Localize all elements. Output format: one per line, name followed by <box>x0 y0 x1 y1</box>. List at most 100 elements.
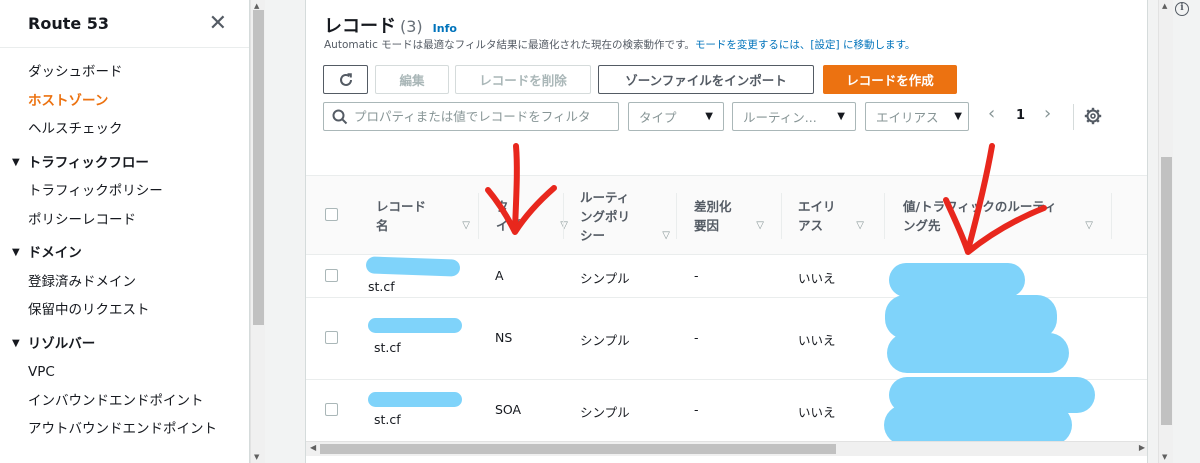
sidebar-section-domains[interactable]: ▼ ドメイン <box>0 239 249 268</box>
record-routing: シンプル <box>580 333 630 348</box>
type-filter-label: タイプ <box>639 110 677 125</box>
record-diff: - <box>694 402 699 417</box>
caret-down-icon: ▼ <box>12 156 20 168</box>
caret-down-icon: ▼ <box>837 111 845 122</box>
record-name[interactable]: st.cf <box>374 412 401 427</box>
header-text: アス <box>798 218 824 233</box>
routing-filter-label: ルーティン... <box>743 110 817 125</box>
close-icon[interactable]: ✕ <box>209 12 227 35</box>
description-text: Automatic モードは最適なフィルタ結果に最適化された現在の検索動作です。 <box>324 39 695 51</box>
caret-down-icon: ▼ <box>12 247 20 258</box>
redaction-mark <box>884 405 1072 445</box>
sidebar-item-pending-requests[interactable]: 保留中のリクエスト <box>0 296 249 325</box>
scroll-down-icon[interactable]: ▼ <box>254 453 259 461</box>
prev-page-icon[interactable]: ‹ <box>988 103 995 124</box>
record-alias: いいえ <box>798 405 836 420</box>
create-record-button[interactable]: レコードを作成 <box>823 65 957 94</box>
col-record-name[interactable]: レコード名 ▽ <box>376 176 480 256</box>
search-icon <box>332 109 348 124</box>
sidebar-section-label: リゾルバー <box>27 335 96 352</box>
sidebar-item-dashboard[interactable]: ダッシュボード <box>0 58 249 87</box>
col-alias[interactable]: エイリ アス ▽ <box>798 176 874 256</box>
row-checkbox[interactable] <box>325 331 338 344</box>
next-page-icon[interactable]: › <box>1044 103 1051 124</box>
row-checkbox[interactable] <box>325 269 338 282</box>
row-checkbox[interactable] <box>325 403 338 416</box>
sidebar-item-policy-records[interactable]: ポリシーレコード <box>0 206 249 235</box>
scroll-down-icon[interactable]: ▼ <box>1162 453 1167 461</box>
annotation-arrow <box>485 143 557 235</box>
redaction-mark <box>889 263 1025 297</box>
sidebar-item-inbound-endpoints[interactable]: インバウンドエンドポイント <box>0 387 249 416</box>
sidebar-item-traffic-policies[interactable]: トラフィックポリシー <box>0 177 249 206</box>
sidebar-item-hosted-zones[interactable]: ホストゾーン <box>0 87 249 116</box>
select-all-checkbox[interactable] <box>325 208 338 221</box>
info-icon[interactable]: i <box>1175 2 1189 16</box>
annotation-arrow <box>943 143 1047 255</box>
redaction-mark <box>368 392 462 407</box>
sidebar-scrollbar[interactable]: ▲ ▼ <box>250 0 265 463</box>
sidebar-item-registered-domains[interactable]: 登録済みドメイン <box>0 268 249 297</box>
alias-filter[interactable]: エイリアス ▼ <box>865 102 969 131</box>
record-count: (3) <box>400 17 423 36</box>
scrollbar-thumb[interactable] <box>253 10 264 325</box>
alias-filter-label: エイリアス <box>876 110 939 125</box>
redaction-mark <box>368 318 462 333</box>
scrollbar-thumb[interactable] <box>320 444 836 454</box>
sort-icon[interactable]: ▽ <box>1085 216 1093 235</box>
sidebar: Route 53 ✕ ダッシュボード ホストゾーン ヘルスチェック ▼ トラフィ… <box>0 0 250 463</box>
sidebar-section-traffic-flow[interactable]: ▼ トラフィックフロー <box>0 149 249 178</box>
scroll-right-icon[interactable]: ▶ <box>1139 443 1145 452</box>
sort-icon[interactable]: ▽ <box>856 216 864 235</box>
scroll-up-icon[interactable]: ▲ <box>254 2 259 10</box>
panel-description: Automatic モードは最適なフィルタ結果に最適化された現在の検索動作です。… <box>324 37 915 52</box>
sidebar-item-vpc[interactable]: VPC <box>0 358 249 387</box>
caret-down-icon: ▼ <box>705 111 713 122</box>
header-text: 名 <box>376 218 389 233</box>
redaction-mark <box>887 333 1069 373</box>
gear-icon[interactable] <box>1084 107 1102 125</box>
settings-link[interactable]: モードを変更するには、[設定] に移動します。 <box>695 39 915 51</box>
record-type: NS <box>495 330 513 345</box>
page-scrollbar[interactable]: ▲ ▼ <box>1158 0 1173 463</box>
redaction-mark <box>365 256 461 277</box>
caret-down-icon: ▼ <box>12 337 20 349</box>
delete-record-button[interactable]: レコードを削除 <box>455 65 591 94</box>
header-text: レコード <box>376 199 427 214</box>
col-routing-policy[interactable]: ルーティ ングポリ シー ▽ <box>580 176 680 256</box>
column-divider <box>884 193 885 239</box>
record-name[interactable]: st.cf <box>368 279 395 294</box>
sidebar-section-resolver[interactable]: ▼ リゾルバー <box>0 330 249 359</box>
record-routing: シンプル <box>580 405 630 420</box>
header-text: ングポリ <box>580 208 631 224</box>
sort-icon[interactable]: ▽ <box>756 216 764 235</box>
record-alias: いいえ <box>798 271 836 286</box>
current-page[interactable]: 1 <box>1016 108 1025 123</box>
routing-filter[interactable]: ルーティン... ▼ <box>732 102 856 131</box>
sidebar-title: Route 53 <box>28 14 110 33</box>
sidebar-nav: ダッシュボード ホストゾーン ヘルスチェック ▼ トラフィックフロー トラフィッ… <box>0 48 249 444</box>
sort-icon[interactable]: ▽ <box>462 216 470 235</box>
sidebar-item-outbound-endpoints[interactable]: アウトバウンドエンドポイント <box>0 415 249 444</box>
search-box[interactable] <box>323 102 619 131</box>
record-type: SOA <box>495 402 522 417</box>
sidebar-item-health-checks[interactable]: ヘルスチェック <box>0 115 249 144</box>
info-link[interactable]: Info <box>433 22 457 35</box>
record-name[interactable]: st.cf <box>374 340 401 355</box>
col-differentiator[interactable]: 差別化 要因 ▽ <box>694 176 774 256</box>
scroll-up-icon[interactable]: ▲ <box>1162 2 1167 10</box>
horizontal-scrollbar[interactable]: ◀ ▶ <box>306 441 1147 456</box>
scroll-left-icon[interactable]: ◀ <box>310 443 316 452</box>
refresh-button[interactable] <box>323 65 368 94</box>
panel-header: レコード (3) Info <box>324 12 457 38</box>
scrollbar-thumb[interactable] <box>1161 157 1172 425</box>
type-filter[interactable]: タイプ ▼ <box>628 102 724 131</box>
record-alias: いいえ <box>798 333 836 348</box>
search-input[interactable] <box>354 109 614 124</box>
sort-icon[interactable]: ▽ <box>662 226 670 245</box>
edit-button[interactable]: 編集 <box>375 65 449 94</box>
header-text: シー <box>580 227 606 243</box>
header-text: 差別化 <box>694 199 732 214</box>
page-title: レコード <box>324 16 396 37</box>
import-zone-file-button[interactable]: ゾーンファイルをインポート <box>598 65 814 94</box>
